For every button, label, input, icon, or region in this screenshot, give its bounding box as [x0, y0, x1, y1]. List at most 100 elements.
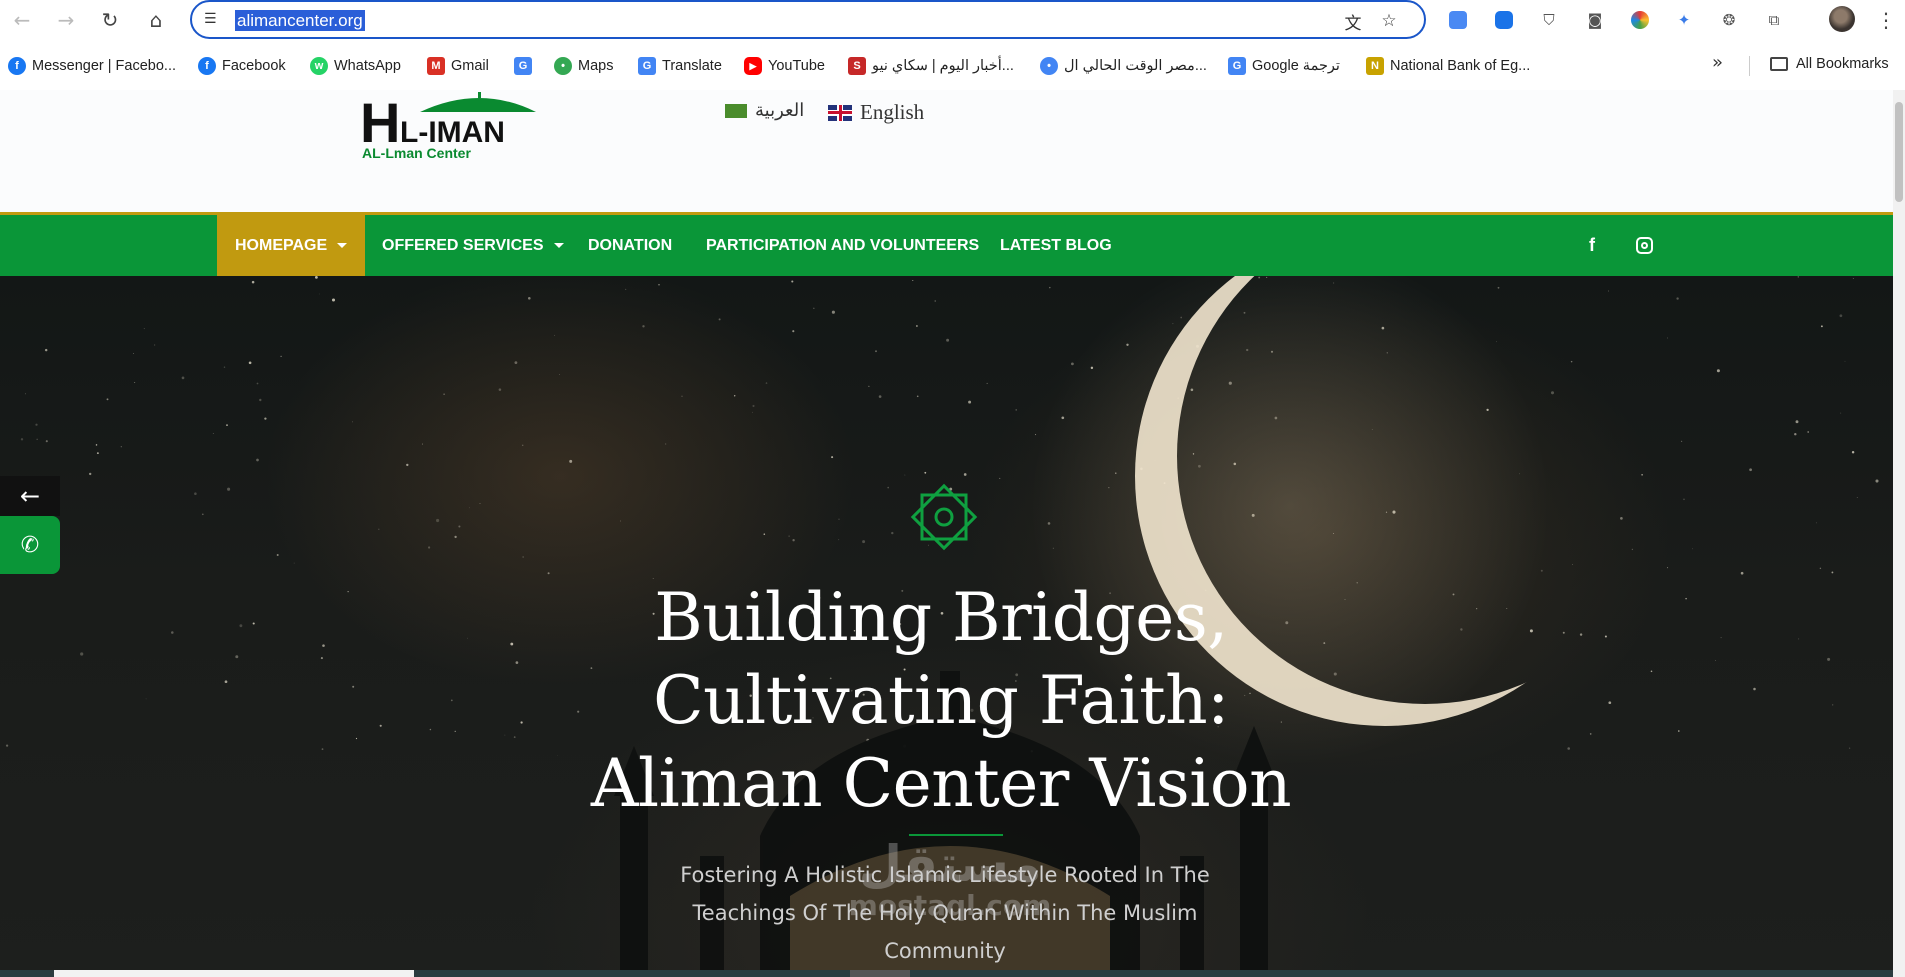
caret-down-icon: [553, 243, 564, 248]
next-section-peek: [0, 970, 1893, 977]
bookmark-label: YouTube: [768, 58, 825, 74]
bookmark-translate[interactable]: G Translate: [638, 56, 722, 76]
phone-icon: ✆: [20, 532, 40, 558]
bank-icon: N: [1366, 57, 1384, 75]
watermark-latin: mostaql.com: [848, 889, 1052, 922]
svg-text:AL-Lman Center: AL-Lman Center: [362, 145, 471, 161]
back-button[interactable]: ←: [8, 6, 36, 34]
all-bookmarks-label: All Bookmarks: [1796, 56, 1889, 72]
camera-extension-icon[interactable]: ◙: [1583, 8, 1607, 32]
main-navigation: HOMEPAGE OFFERED SERVICES DONATION PARTI…: [0, 212, 1893, 276]
extensions-puzzle-icon[interactable]: ⧉: [1762, 8, 1786, 32]
bookmark-egypt-time[interactable]: • مصر الوقت الحالي ال...: [1040, 56, 1207, 76]
translate-icon: G: [638, 57, 656, 75]
scrollbar-thumb[interactable]: [1895, 102, 1903, 202]
hero-title: Building Bridges, Cultivating Faith: Ali…: [546, 576, 1336, 825]
color-extension-icon[interactable]: [1628, 8, 1652, 32]
home-icon: ⌂: [149, 8, 163, 32]
bookmark-gmail[interactable]: M Gmail: [427, 56, 489, 76]
location-pin-icon: •: [1040, 57, 1058, 75]
hero-title-line: Cultivating Faith:: [653, 662, 1229, 739]
nav-homepage[interactable]: HOMEPAGE: [217, 215, 366, 276]
caret-down-icon: [337, 243, 348, 248]
site-info-icon[interactable]: ☰: [204, 11, 222, 29]
instagram-icon[interactable]: [1632, 233, 1656, 257]
chatgpt-extension-icon[interactable]: ❂: [1717, 8, 1741, 32]
translate-icon[interactable]: 文: [1342, 10, 1364, 34]
bookmarks-bar: f Messenger | Facebo... f Facebook w Wha…: [0, 48, 1905, 82]
hero-title-line: Aliman Center Vision: [590, 745, 1292, 822]
language-arabic[interactable]: العربية: [725, 100, 804, 121]
nav-label: LATEST BLOG: [1000, 236, 1112, 254]
bookmark-maps[interactable]: • Maps: [554, 56, 613, 76]
nav-donation[interactable]: DONATION: [588, 215, 672, 276]
side-arrow-tab[interactable]: ←: [0, 476, 60, 516]
url-text[interactable]: alimancenter.org: [235, 10, 365, 31]
bookmark-national-bank[interactable]: N National Bank of Eg...: [1366, 56, 1530, 76]
bookmark-label: مصر الوقت الحالي ال...: [1064, 58, 1207, 74]
address-bar[interactable]: ☰ alimancenter.org 文 ☆: [190, 0, 1426, 39]
shield-extension-icon[interactable]: ⛉: [1537, 8, 1561, 32]
saudi-flag-icon: [725, 103, 747, 118]
facebook-icon[interactable]: f: [1580, 233, 1604, 257]
all-bookmarks-button[interactable]: All Bookmarks: [1770, 56, 1889, 72]
nav-label: HOMEPAGE: [235, 236, 328, 254]
site-logo[interactable]: H L-IMAN AL-Lman Center: [360, 90, 580, 162]
bookmark-star-icon[interactable]: ☆: [1378, 10, 1400, 32]
nav-offered-services[interactable]: OFFERED SERVICES: [382, 215, 564, 276]
bookmarks-divider: [1749, 56, 1750, 76]
more-bookmarks-chevron-icon[interactable]: »: [1712, 52, 1723, 73]
page-scrollbar[interactable]: [1893, 90, 1905, 977]
kebab-menu-icon[interactable]: ⋮: [1872, 6, 1900, 34]
arrow-left-icon: ←: [13, 8, 31, 32]
home-button[interactable]: ⌂: [142, 6, 170, 34]
profile-avatar[interactable]: [1829, 6, 1855, 32]
side-phone-button[interactable]: ✆: [0, 516, 60, 574]
sky-news-icon: S: [848, 57, 866, 75]
bookmark-messenger[interactable]: f Messenger | Facebo...: [8, 56, 176, 76]
arrow-right-icon: →: [57, 8, 75, 32]
website-viewport: H L-IMAN AL-Lman Center العربية English …: [0, 90, 1905, 977]
nav-label: PARTICIPATION AND VOLUNTEERS: [706, 236, 980, 254]
bookmark-google-tarjama[interactable]: G Google ترجمة: [1228, 56, 1340, 76]
gmail-icon: M: [427, 57, 445, 75]
screen-recorder-extension-icon[interactable]: [1492, 8, 1516, 32]
bookmark-label: Google ترجمة: [1252, 58, 1340, 74]
google-translate-extension-icon[interactable]: [1446, 8, 1470, 32]
browser-toolbar: ← → ↻ ⌂ ☰ alimancenter.org 文 ☆ ⛉ ◙ ✦ ❂ ⧉…: [0, 0, 1905, 40]
messenger-icon: f: [8, 57, 26, 75]
watermark-arabic: مستقل: [858, 835, 1042, 893]
youtube-icon: ▶: [744, 57, 762, 75]
google-translate-icon: G: [1228, 57, 1246, 75]
bookmark-label: Messenger | Facebo...: [32, 58, 177, 74]
hero-banner: Building Bridges, Cultivating Faith: Ali…: [0, 276, 1893, 977]
bookmark-label: Gmail: [451, 58, 489, 74]
language-label: English: [860, 100, 925, 124]
bookmark-label: Maps: [578, 58, 614, 74]
forward-button[interactable]: →: [52, 6, 80, 34]
bookmark-label: WhatsApp: [334, 58, 401, 74]
bookmark-label: Translate: [662, 58, 722, 74]
mostaql-watermark: مستقل mostaql.com: [835, 836, 1065, 920]
maps-pin-icon: •: [554, 57, 572, 75]
folder-icon: [1770, 57, 1788, 71]
bookmark-youtube[interactable]: ▶ YouTube: [744, 56, 825, 76]
nav-label: OFFERED SERVICES: [382, 236, 544, 254]
language-english[interactable]: English: [828, 100, 924, 125]
bookmark-label: Facebook: [222, 58, 286, 74]
hero-title-line: Building Bridges,: [654, 579, 1228, 656]
nav-latest-blog[interactable]: LATEST BLOG: [1000, 215, 1112, 276]
site-header: H L-IMAN AL-Lman Center العربية English: [0, 90, 1905, 212]
google-translate-icon: G: [514, 57, 532, 75]
bookmark-sky-news[interactable]: S أخبار اليوم | سكاي نيو...: [848, 56, 1014, 76]
bookmark-whatsapp[interactable]: w WhatsApp: [310, 56, 401, 76]
whatsapp-icon: w: [310, 57, 328, 75]
nav-participation-volunteers[interactable]: PARTICIPATION AND VOLUNTEERS: [706, 215, 979, 276]
uk-flag-icon: [828, 104, 852, 121]
bookmark-google-translate[interactable]: G: [514, 56, 532, 76]
mosque-dome-logo-icon: H L-IMAN AL-Lman Center: [360, 91, 536, 161]
gemini-sparkle-icon[interactable]: ✦: [1672, 8, 1696, 32]
reload-button[interactable]: ↻: [96, 6, 124, 34]
bookmark-facebook[interactable]: f Facebook: [198, 56, 286, 76]
facebook-icon: f: [198, 57, 216, 75]
